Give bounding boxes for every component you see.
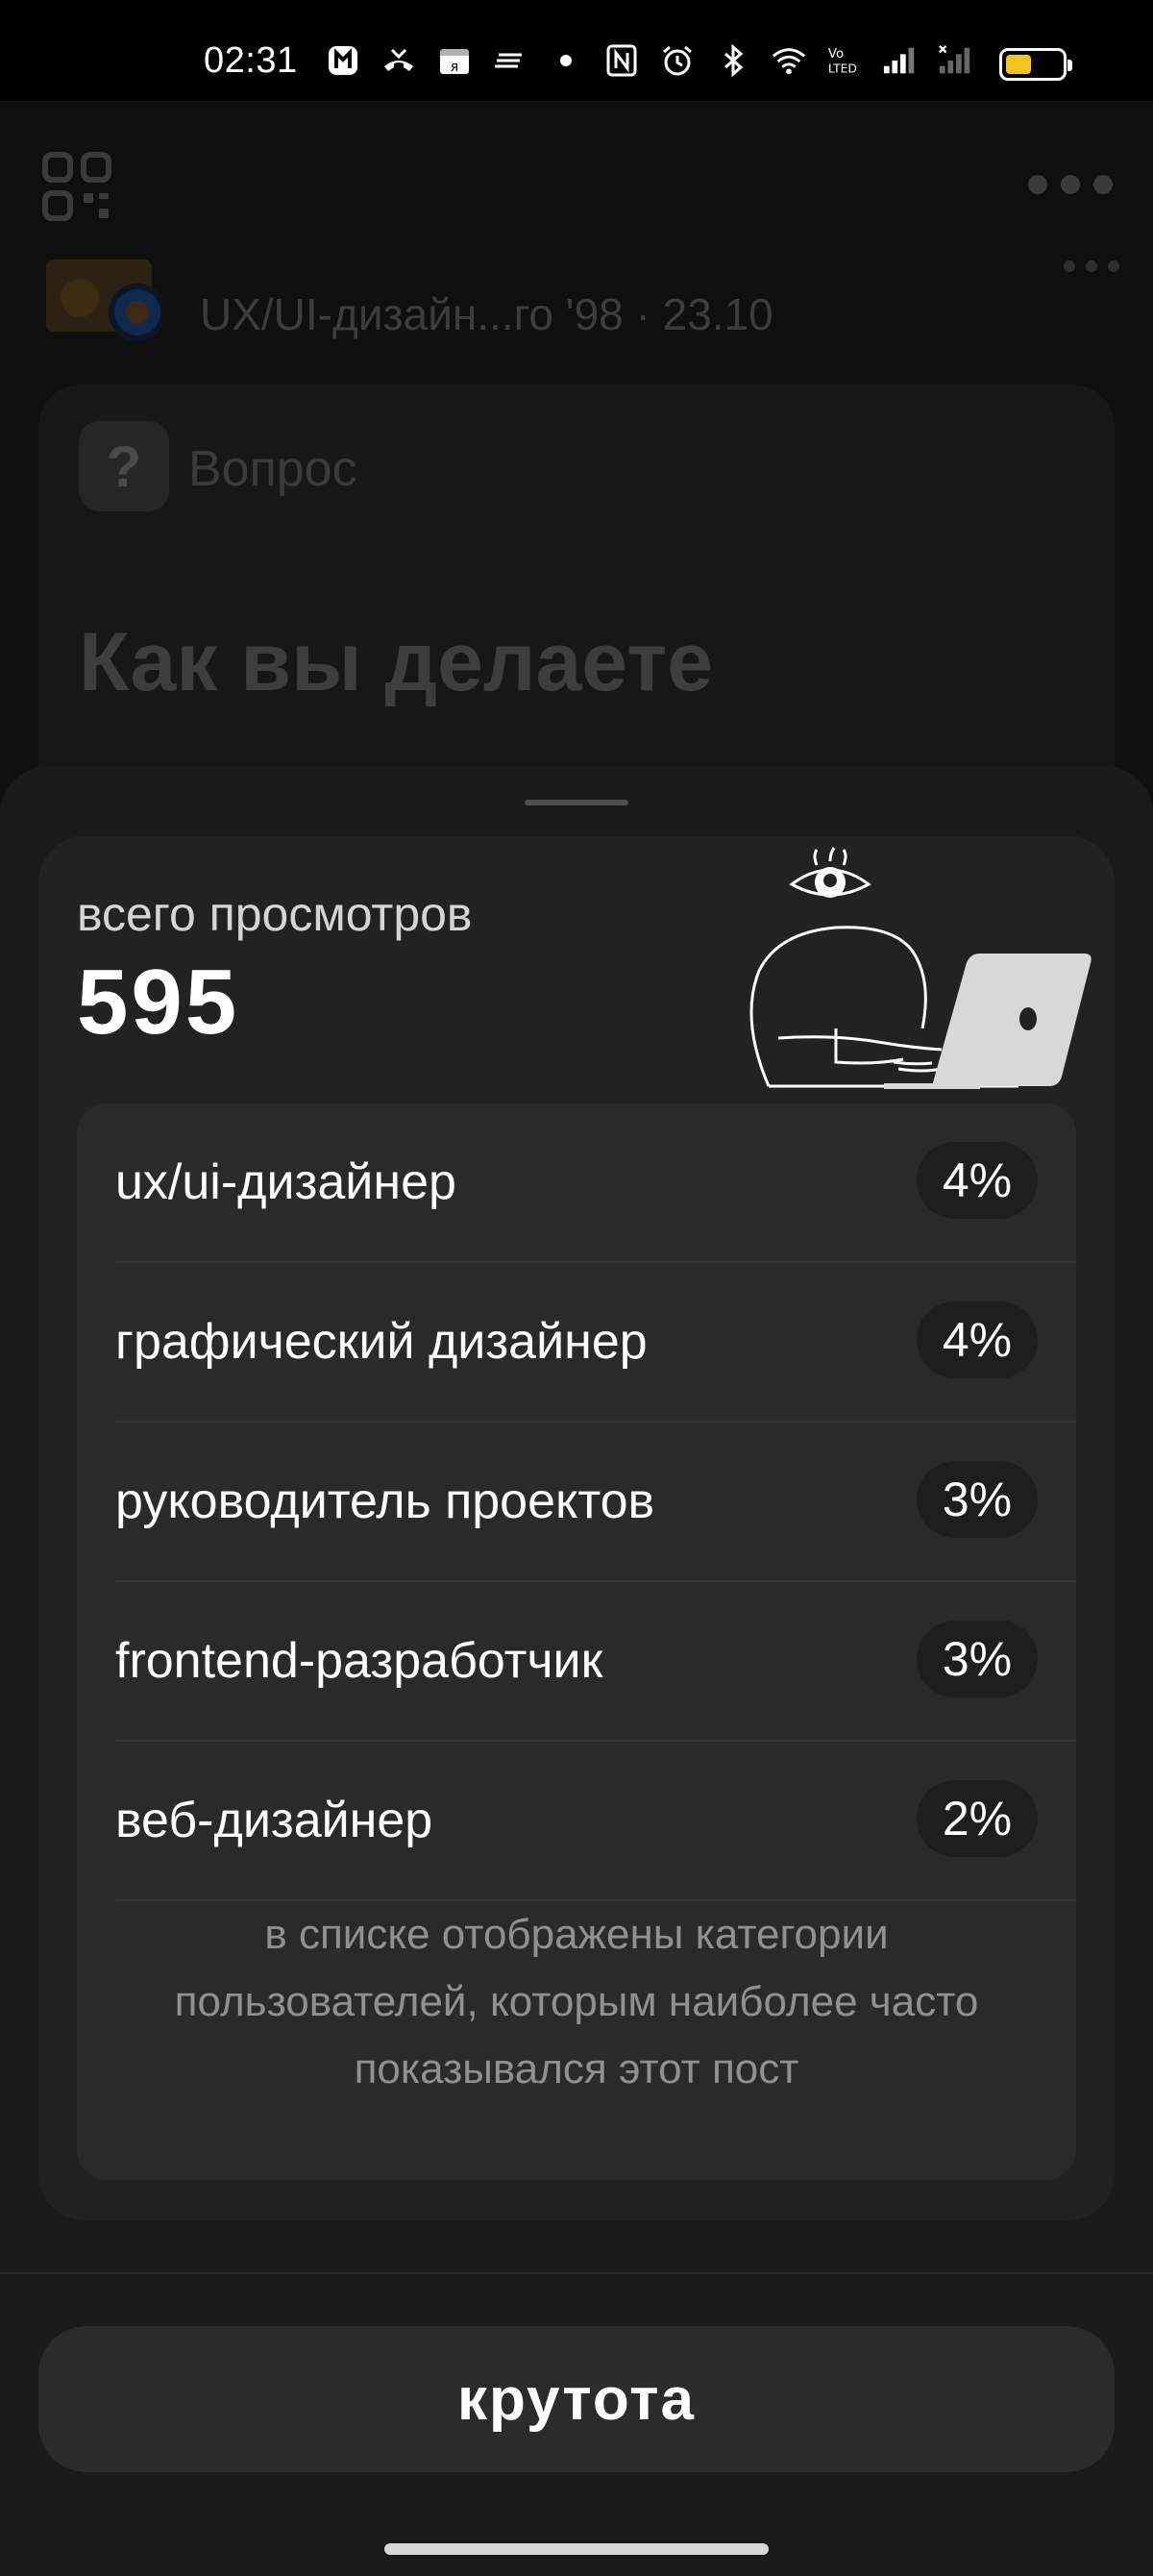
views-card: всего просмотров 595 ux/ui-дизайнер 4% г… — [38, 836, 1115, 2220]
list-item: ux/ui-дизайнер 4% — [115, 1103, 1076, 1263]
category-percent-badge: 2% — [917, 1780, 1038, 1857]
author-meta: UX/UI-дизайн...го '98 · 23.10 — [200, 289, 773, 339]
list-item: веб-дизайнер 2% — [115, 1742, 1076, 1901]
qr-code-icon[interactable] — [42, 152, 111, 221]
category-percent-badge: 4% — [917, 1301, 1038, 1378]
yandex-icon: я — [436, 42, 473, 79]
sheet-drag-handle[interactable] — [525, 800, 628, 805]
more-options-icon[interactable] — [1026, 173, 1115, 196]
status-icons: я Vo LTED — [325, 42, 974, 79]
missed-call-icon — [380, 42, 417, 79]
alarm-icon — [659, 42, 696, 79]
category-label: графический дизайнер — [115, 1314, 648, 1370]
post-author-row[interactable]: UX/UI-дизайн...го '98 · 23.10 — [46, 260, 1122, 346]
notes-icon — [492, 42, 528, 79]
category-label: веб-дизайнер — [115, 1793, 433, 1848]
awesome-button[interactable]: крутота — [38, 2326, 1115, 2472]
category-percent-badge: 3% — [917, 1461, 1038, 1538]
category-percent-badge: 3% — [917, 1621, 1038, 1697]
list-item: руководитель проектов 3% — [115, 1423, 1076, 1582]
audience-categories-list: ux/ui-дизайнер 4% графический дизайнер 4… — [77, 1103, 1076, 2180]
battery-fill — [1006, 55, 1031, 74]
svg-text:Vo: Vo — [828, 47, 844, 62]
wifi-icon — [771, 42, 807, 79]
person-laptop-illustration — [749, 847, 1092, 1089]
battery-icon — [999, 48, 1072, 81]
author-avatar — [46, 260, 161, 341]
category-label: руководитель проектов — [115, 1474, 655, 1529]
question-label: Вопрос — [188, 441, 357, 497]
signal-icon — [882, 42, 919, 79]
status-bar: 02:31 я Vo LTED — [0, 0, 1153, 101]
question-icon: ? — [79, 421, 169, 511]
status-time: 02:31 — [204, 40, 298, 81]
sheet-divider — [0, 2272, 1153, 2274]
post-stats-sheet: всего просмотров 595 ux/ui-дизайнер 4% г… — [0, 767, 1153, 2526]
app-icon — [325, 42, 361, 79]
svg-text:LTED: LTED — [828, 62, 857, 75]
volte-icon: Vo LTED — [826, 42, 863, 79]
nfc-icon — [603, 42, 640, 79]
post-more-icon[interactable] — [1063, 260, 1120, 273]
views-label: всего просмотров — [77, 887, 473, 941]
list-item: frontend-разработчик 3% — [115, 1582, 1076, 1742]
bluetooth-icon — [715, 42, 751, 79]
list-item: графический дизайнер 4% — [115, 1263, 1076, 1423]
post-title: Как вы делаете — [79, 616, 714, 708]
categories-note: в списке отображены категории пользовате… — [174, 1911, 979, 2093]
system-nav-bar — [0, 2526, 1153, 2576]
views-count: 595 — [77, 951, 240, 1053]
category-label: frontend-разработчик — [115, 1633, 603, 1689]
home-gesture-bar[interactable] — [384, 2543, 769, 2555]
dot-icon — [548, 42, 584, 79]
category-percent-badge: 4% — [917, 1142, 1038, 1219]
signal-empty-icon — [938, 42, 974, 79]
svg-text:я: я — [451, 60, 458, 75]
category-label: ux/ui-дизайнер — [115, 1154, 456, 1210]
